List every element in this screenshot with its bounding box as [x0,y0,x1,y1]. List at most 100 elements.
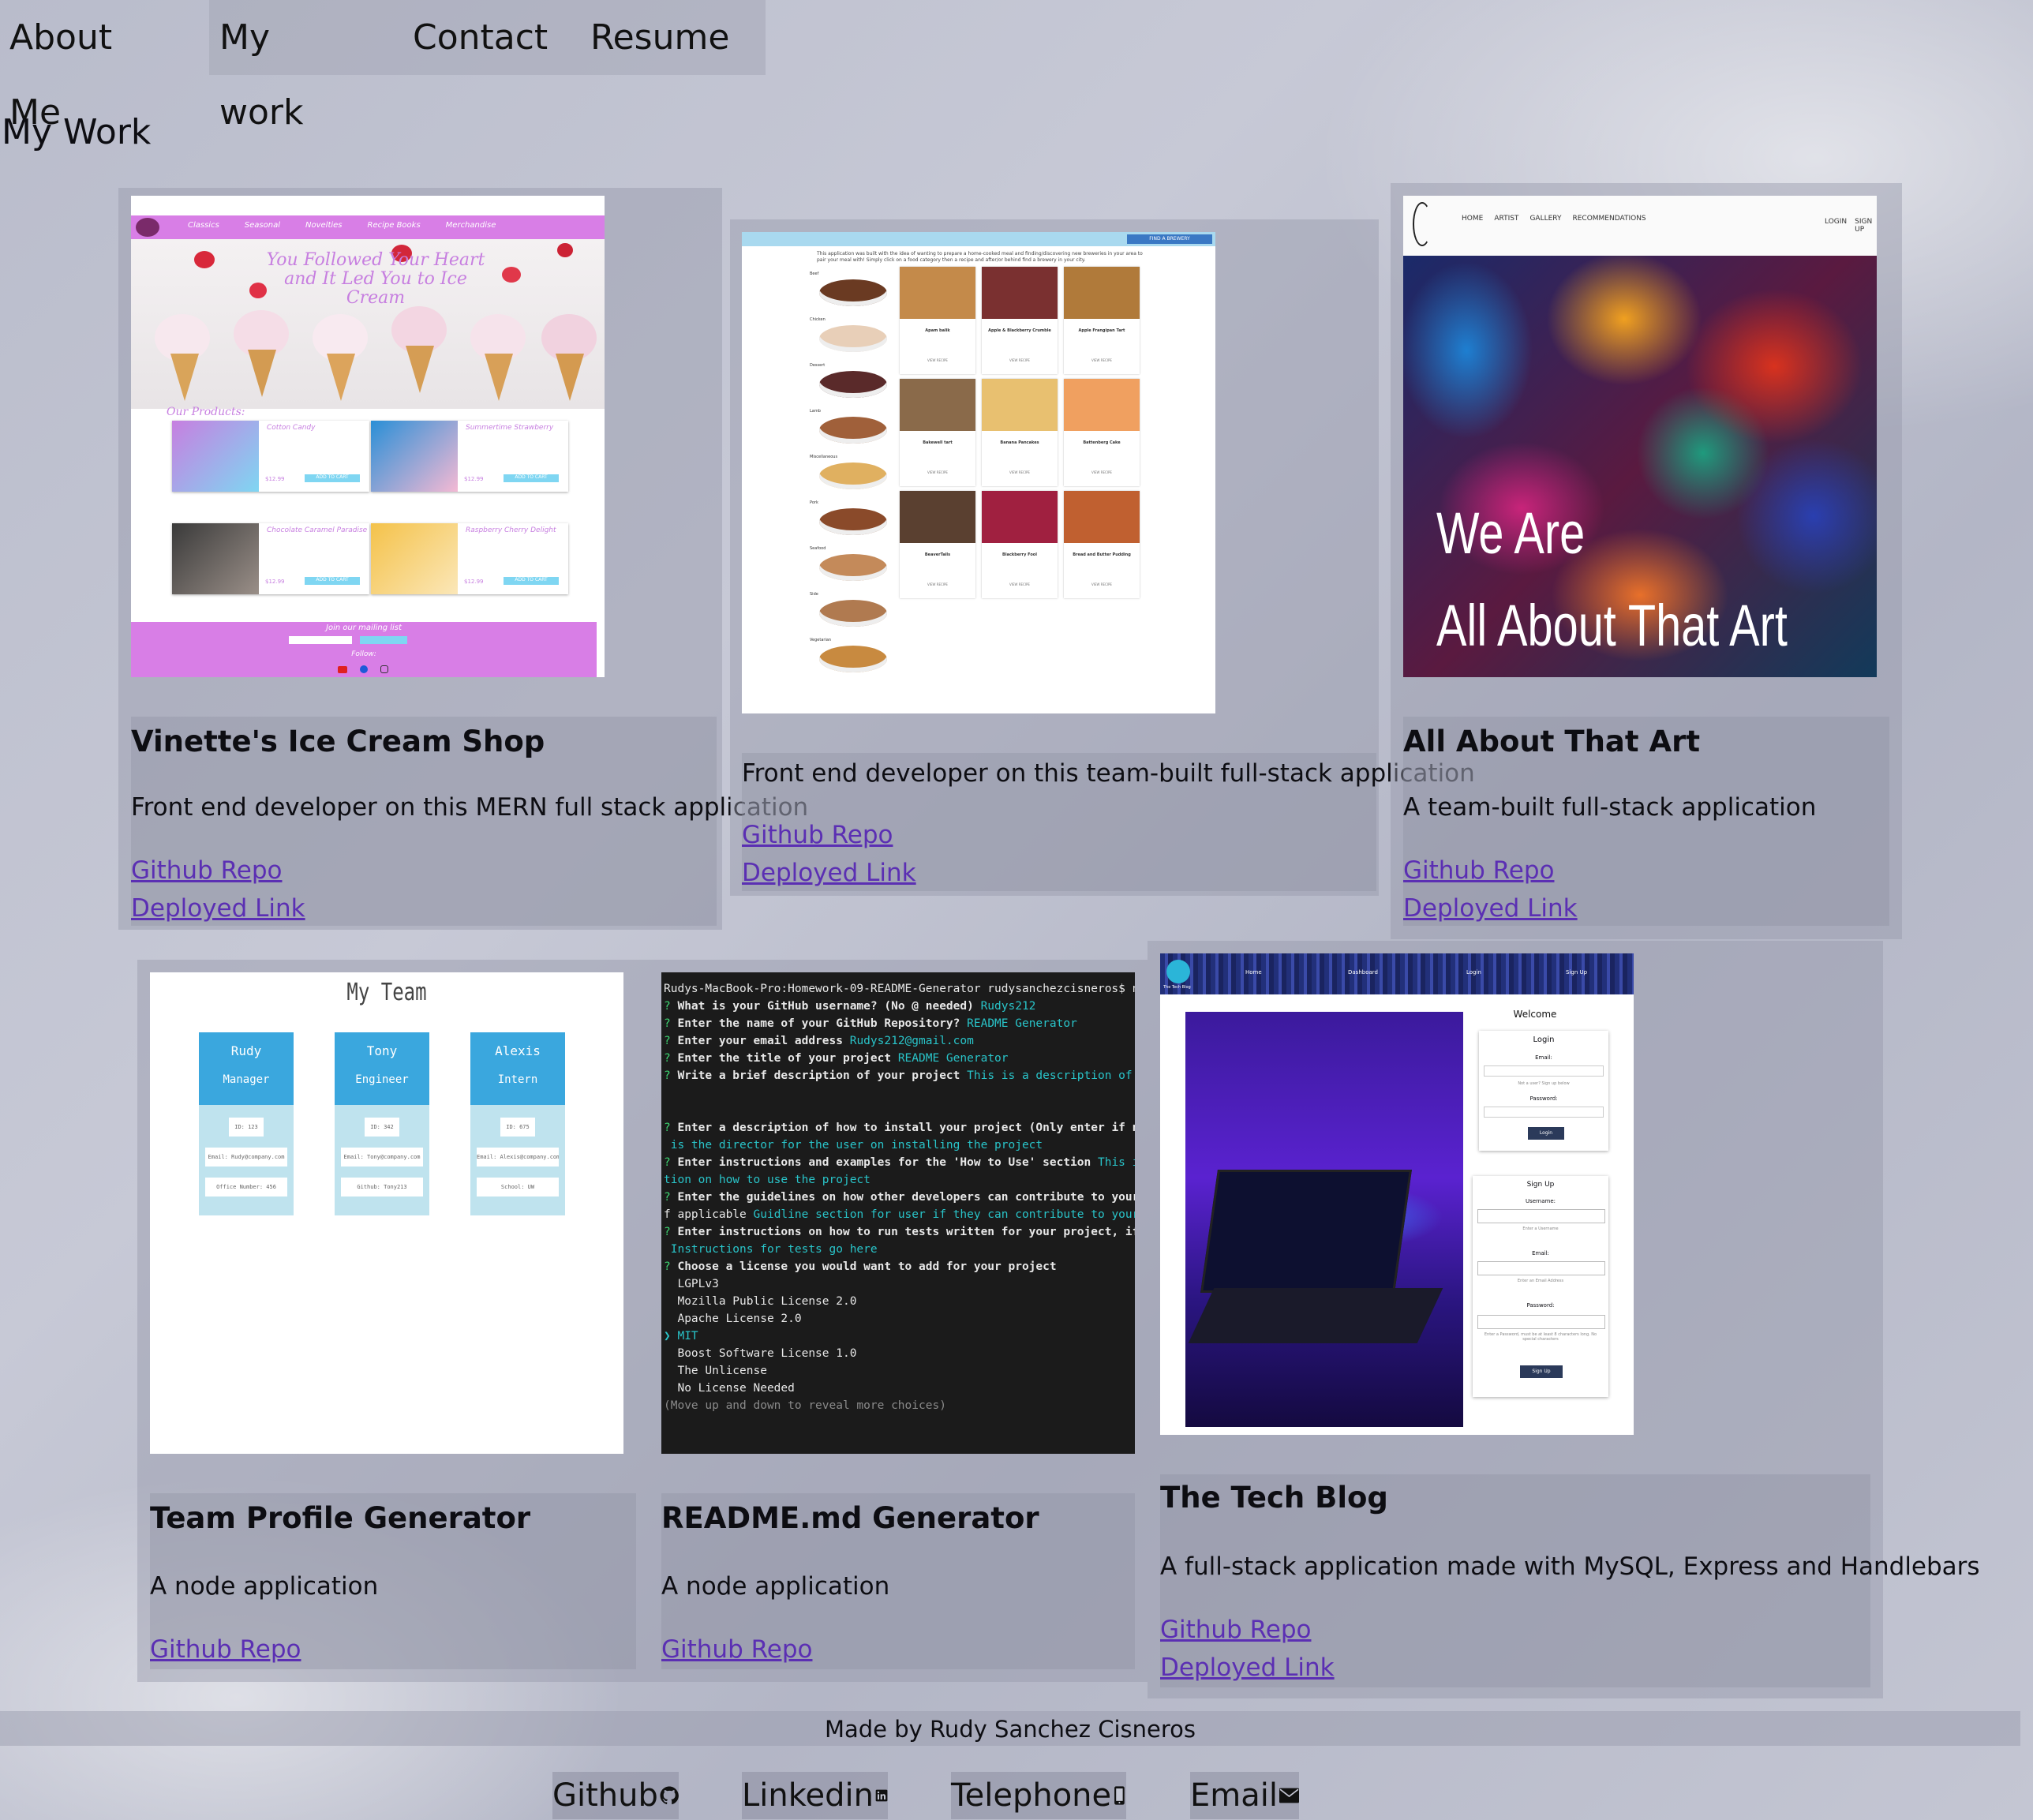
recipe-category-image[interactable] [819,279,887,306]
recipe-card[interactable]: Apple Frangipan Tart VIEW RECIPE [1064,267,1140,374]
terminal-line: No License Needed [664,1382,795,1395]
project-description: Front end developer on this team-built f… [742,759,1475,788]
recipe-card[interactable]: Battenberg Cake VIEW RECIPE [1064,379,1140,486]
view-recipe-button[interactable]: VIEW RECIPE [900,470,975,474]
view-recipe-button[interactable]: VIEW RECIPE [1064,358,1140,362]
facebook-icon[interactable] [360,665,368,673]
nav-my-work[interactable]: My work [210,0,313,150]
ic-cart-4[interactable]: ADD TO CART [504,577,559,585]
ic-cart-1[interactable]: ADD TO CART [305,474,360,482]
footer-telephone-label: Telephone [951,1777,1112,1814]
blog-username-input[interactable] [1477,1209,1605,1223]
project-title: Team Profile Generator [150,1501,531,1535]
team-heading: My Team [346,979,427,1006]
techblog-screenshot[interactable]: The Tech Blog Home Dashboard Login Sign … [1160,953,1634,1435]
footer-email-link[interactable]: Email [1190,1772,1299,1819]
terminal-line: ? Enter a description of how to install … [664,1122,1135,1134]
recipe-card[interactable]: Bakewell tart VIEW RECIPE [900,379,975,486]
project-description: Front end developer on this MERN full st… [131,793,809,822]
terminal-line: Instructions for tests go here [664,1243,878,1256]
blog-login-password-input[interactable] [1484,1107,1604,1118]
github-repo-link[interactable]: Github Repo [1403,856,1554,885]
blog-nav-login: Login [1466,969,1481,976]
view-recipe-button[interactable]: VIEW RECIPE [982,358,1058,362]
recipe-card[interactable]: Apam balik VIEW RECIPE [900,267,975,374]
github-repo-link[interactable]: Github Repo [150,1635,301,1664]
nav-resume[interactable]: Resume [581,0,739,75]
recipe-category-image[interactable] [819,371,887,398]
blog-login-button[interactable]: Login [1528,1127,1564,1140]
blog-signup-email-input[interactable] [1477,1261,1605,1275]
icecream-screenshot[interactable]: Classics Seasonal Novelties Recipe Books… [131,196,605,677]
view-recipe-button[interactable]: VIEW RECIPE [1064,582,1140,586]
deployed-link[interactable]: Deployed Link [1403,894,1578,923]
terminal-line: ? Enter your email address Rudys212@gmai… [664,1035,974,1047]
ic-product-1: Cotton Candy [267,424,316,432]
deployed-link[interactable]: Deployed Link [1160,1653,1335,1682]
recipe-card[interactable]: Bread and Butter Pudding VIEW RECIPE [1064,491,1140,598]
recipe-category-label: Vegetarian [810,638,832,642]
view-recipe-button[interactable]: VIEW RECIPE [900,358,975,362]
team-member-email: Email: Alexis@company.com [477,1148,559,1167]
recipe-category-image[interactable] [819,646,887,672]
blog-signup-password-input[interactable] [1477,1315,1605,1329]
github-repo-link[interactable]: Github Repo [742,821,893,849]
art-hero-line-1: We Are [1436,500,1586,566]
github-repo-link[interactable]: Github Repo [131,856,282,885]
team-member-name: Tony [366,1043,398,1058]
nav-contact[interactable]: Contact [403,0,557,75]
view-recipe-button[interactable]: VIEW RECIPE [982,582,1058,586]
recipe-image [982,379,1058,431]
blog-login-email-input[interactable] [1484,1065,1604,1077]
terminal-line: ? Enter instructions and examples for th… [664,1156,1135,1169]
terminal-line: ? Enter instructions on how to run tests… [664,1226,1135,1238]
recipe-category-image[interactable] [819,554,887,581]
recipe-category-image[interactable] [819,508,887,535]
recipe-category-image[interactable] [819,600,887,627]
terminal-line: is the director for the user on installi… [664,1139,1043,1152]
instagram-icon[interactable] [380,665,388,673]
github-repo-link[interactable]: Github Repo [661,1635,812,1664]
linkedin-icon [875,1789,888,1802]
recipe-card[interactable]: BeaverTails VIEW RECIPE [900,491,975,598]
recipe-category-image[interactable] [819,462,887,489]
view-recipe-button[interactable]: VIEW RECIPE [1064,470,1140,474]
ic-nav-recipe-books: Recipe Books [367,221,421,230]
recipe-title: Blackberry Fool [1002,552,1037,557]
youtube-icon[interactable] [338,666,347,673]
team-member-role: Intern [497,1073,538,1086]
find-brewery-button[interactable]: FIND A BREWERY [1127,234,1212,244]
recipe-card[interactable]: Blackberry Fool VIEW RECIPE [982,491,1058,598]
recipe-image [1064,491,1140,543]
art-logo [1413,202,1432,246]
recipe-category-image[interactable] [819,417,887,444]
view-recipe-button[interactable]: VIEW RECIPE [982,470,1058,474]
ic-cart-3[interactable]: ADD TO CART [305,577,360,585]
recipe-category-label: Lamb [810,409,821,414]
art-screenshot[interactable]: HOME ARTIST GALLERY RECOMMENDATIONS LOGI… [1403,196,1877,677]
recipe-category-label: Side [810,592,818,597]
team-screenshot[interactable]: My Team Rudy Manager ID: 123 Email: Rudy@co… [150,972,623,1454]
ic-price-1: $12.99 [265,476,285,482]
team-member-extra: Office Number: 456 [205,1178,287,1196]
readme-terminal-screenshot[interactable]: Rudys-MacBook-Pro:Homework-09-README-Gen… [661,972,1135,1454]
recipe-card[interactable]: Apple & Blackberry Crumble VIEW RECIPE [982,267,1058,374]
ic-nav-merchandise: Merchandise [445,221,496,230]
team-member-card: Alexis Intern ID: 675 Email: Alexis@company… [470,1032,565,1215]
blog-password-hint: Enter a Password, must be at least 8 cha… [1484,1332,1597,1342]
recipes-screenshot[interactable]: FIND A BREWERY This application was buil… [742,232,1215,713]
blog-signup-button[interactable]: Sign Up [1520,1365,1563,1378]
view-recipe-button[interactable]: VIEW RECIPE [900,582,975,586]
footer-github-link[interactable]: Github [552,1772,679,1819]
ic-cart-2[interactable]: ADD TO CART [504,474,559,482]
recipe-category-image[interactable] [819,325,887,352]
recipe-card[interactable]: Banana Pancakes VIEW RECIPE [982,379,1058,486]
footer-telephone-link[interactable]: Telephone [951,1772,1126,1819]
github-repo-link[interactable]: Github Repo [1160,1616,1311,1644]
recipe-category-label: Seafood [810,546,826,551]
footer-linkedin-link[interactable]: Linkedin [742,1772,888,1819]
deployed-link[interactable]: Deployed Link [742,859,916,887]
ic-product-2: Summertime Strawberry [466,424,554,432]
art-login: LOGIN [1825,218,1848,226]
deployed-link[interactable]: Deployed Link [131,894,305,923]
